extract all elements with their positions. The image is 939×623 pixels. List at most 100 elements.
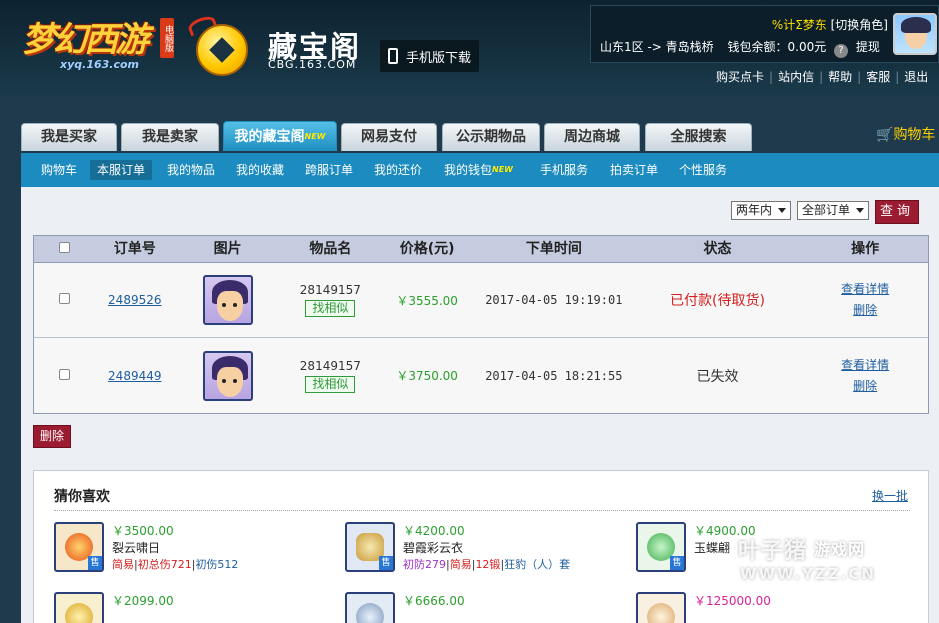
status-badge: 已付款(待取货) bbox=[670, 293, 765, 309]
logout-link[interactable]: 退出 bbox=[904, 70, 928, 84]
refresh-recommendations-link[interactable]: 换一批 bbox=[872, 487, 908, 504]
reco-price: ￥3500.00 bbox=[112, 524, 174, 538]
sell-tag: 售 bbox=[379, 556, 393, 570]
tab-buyer[interactable]: 我是买家 bbox=[21, 123, 117, 151]
header-price: 价格(元) bbox=[399, 241, 455, 257]
header-order-id: 订单号 bbox=[113, 241, 156, 257]
delete-link[interactable]: 删除 bbox=[802, 300, 928, 321]
item-thumbnail[interactable] bbox=[636, 592, 686, 623]
tab-my-cbg[interactable]: 我的藏宝阁NEW bbox=[223, 121, 337, 151]
switch-role-link[interactable]: [切换角色] bbox=[831, 18, 888, 32]
row-checkbox[interactable] bbox=[59, 368, 71, 380]
user-name: %计Σ梦东 bbox=[771, 18, 827, 32]
top-links: 购买点卡 | 站内信 | 帮助 | 客服 | 退出 bbox=[716, 70, 929, 84]
find-similar-button[interactable]: 找相似 bbox=[305, 300, 356, 317]
mhxy-logo[interactable]: 梦幻西游 电脑版 xyq.163.com bbox=[22, 12, 174, 74]
wallet-amount: 0.00元 bbox=[787, 40, 827, 54]
messages-link[interactable]: 站内信 bbox=[778, 70, 814, 84]
order-price: ￥3555.00 bbox=[396, 293, 458, 308]
delete-link[interactable]: 删除 bbox=[802, 376, 928, 397]
item-thumbnail[interactable]: 售 bbox=[54, 522, 104, 572]
bulk-delete-button[interactable]: 删除 bbox=[33, 425, 71, 448]
order-type-select[interactable]: 全部订单 bbox=[797, 201, 870, 220]
table-row: 2489526 28149157 找相似 ￥3555.00 2017-04-05 … bbox=[34, 263, 928, 338]
tab-peripheral-shop[interactable]: 周边商城 bbox=[544, 123, 640, 151]
view-details-link[interactable]: 查看详情 bbox=[802, 279, 928, 300]
reco-item[interactable]: ￥125000.00 bbox=[636, 592, 916, 623]
table-row: 2489449 28149157 找相似 ￥3750.00 2017-04-05 … bbox=[34, 338, 928, 413]
reco-price: ￥125000.00 bbox=[694, 594, 771, 608]
subnav-personal-service[interactable]: 个性服务 bbox=[672, 160, 734, 180]
header-actions: 操作 bbox=[851, 241, 880, 257]
service-link[interactable]: 客服 bbox=[866, 70, 890, 84]
tab-public-items[interactable]: 公示期物品 bbox=[442, 123, 540, 151]
time-range-select[interactable]: 两年内 bbox=[731, 201, 792, 220]
view-details-link[interactable]: 查看详情 bbox=[802, 355, 928, 376]
logo-badge: 电脑版 bbox=[160, 18, 174, 58]
cbg-coin-icon bbox=[186, 13, 260, 76]
sell-tag: 售 bbox=[88, 556, 102, 570]
order-price: ￥3750.00 bbox=[396, 369, 458, 383]
subnav-mobile-service[interactable]: 手机服务 bbox=[533, 160, 595, 180]
server-name: 山东1区 -> 青岛栈桥 bbox=[600, 40, 714, 54]
row-checkbox[interactable] bbox=[59, 293, 71, 304]
buy-card-link[interactable]: 购买点卡 bbox=[716, 70, 764, 84]
reco-tags: 简易|初总伤721|初伤512 bbox=[112, 558, 239, 571]
reco-item[interactable]: ￥2099.00 bbox=[54, 592, 334, 623]
item-thumbnail[interactable]: 售 bbox=[636, 522, 686, 572]
cart-link[interactable]: 🛒购物车 bbox=[876, 124, 935, 144]
item-thumbnail[interactable] bbox=[54, 592, 104, 623]
withdraw-link[interactable]: 提现 bbox=[856, 40, 880, 54]
reco-name: 玉蝶翩 bbox=[694, 541, 731, 555]
site-header: 梦幻西游 电脑版 xyq.163.com 藏宝阁 CBG.163.COM 手机版… bbox=[0, 0, 939, 96]
mobile-download-button[interactable]: 手机版下载 bbox=[380, 40, 480, 72]
subnav-cross-orders[interactable]: 跨服订单 bbox=[298, 160, 360, 180]
order-filters: 两年内 全部订单 查询 bbox=[731, 200, 920, 224]
find-similar-button[interactable]: 找相似 bbox=[305, 375, 356, 393]
header-image: 图片 bbox=[213, 241, 242, 257]
recommendations-title: 猜你喜欢 bbox=[54, 489, 110, 505]
subnav-my-items[interactable]: 我的物品 bbox=[160, 160, 222, 180]
order-id-link[interactable]: 2489449 bbox=[108, 369, 161, 383]
header-time: 下单时间 bbox=[525, 241, 582, 257]
subnav-auction-orders[interactable]: 拍卖订单 bbox=[603, 160, 665, 180]
reco-tags: 初防279|简易|12锻|狂豹（人）套 bbox=[403, 558, 571, 571]
table-header: 订单号 图片 物品名 价格(元) 下单时间 状态 操作 bbox=[34, 236, 928, 263]
subnav-my-bargains[interactable]: 我的还价 bbox=[367, 160, 429, 180]
cart-icon: 🛒 bbox=[876, 127, 894, 143]
select-all-checkbox[interactable] bbox=[59, 242, 71, 253]
avatar[interactable] bbox=[893, 13, 937, 55]
tab-seller[interactable]: 我是卖家 bbox=[121, 123, 219, 151]
reco-item[interactable]: 售 ￥3500.00 裂云啸日 简易|初总伤721|初伤512 bbox=[54, 522, 334, 578]
chevron-down-icon bbox=[856, 208, 865, 213]
order-time: 2017-04-05 18:21:55 bbox=[485, 368, 623, 383]
subnav-favorites[interactable]: 我的收藏 bbox=[229, 160, 291, 180]
order-time: 2017-04-05 19:19:01 bbox=[485, 293, 623, 307]
tab-global-search[interactable]: 全服搜索 bbox=[645, 123, 752, 151]
reco-price: ￥6666.00 bbox=[403, 594, 465, 608]
item-thumbnail[interactable] bbox=[345, 592, 395, 623]
query-button[interactable]: 查询 bbox=[875, 200, 920, 224]
reco-item[interactable]: 售 ￥4200.00 碧霞彩云衣 初防279|简易|12锻|狂豹（人）套 bbox=[345, 522, 625, 578]
subnav-server-orders[interactable]: 本服订单 bbox=[90, 160, 153, 180]
help-icon[interactable]: ? bbox=[834, 44, 849, 58]
item-thumbnail[interactable]: 售 bbox=[345, 522, 395, 572]
character-thumbnail[interactable] bbox=[202, 275, 253, 325]
help-link[interactable]: 帮助 bbox=[828, 70, 852, 84]
user-info: 山东1区 -> 青岛栈桥 钱包余额：0.00元 ? 提现 bbox=[600, 38, 880, 58]
logo-text: 梦幻西游 bbox=[22, 20, 149, 60]
reco-item[interactable]: ￥6666.00 bbox=[345, 592, 625, 623]
header-item-name: 物品名 bbox=[309, 241, 352, 257]
wallet-label: 钱包余额： bbox=[727, 40, 788, 54]
status-badge: 已失效 bbox=[696, 368, 739, 385]
tab-netease-pay[interactable]: 网易支付 bbox=[341, 123, 437, 151]
new-badge: NEW bbox=[304, 132, 326, 141]
mobile-download-label: 手机版下载 bbox=[406, 50, 472, 66]
order-id-link[interactable]: 2489526 bbox=[108, 293, 161, 307]
sell-tag: 售 bbox=[670, 556, 684, 570]
order-table: 订单号 图片 物品名 价格(元) 下单时间 状态 操作 2489526 2814… bbox=[33, 235, 929, 414]
user-panel: %计Σ梦东 [切换角色] 山东1区 -> 青岛栈桥 钱包余额：0.00元 ? 提… bbox=[590, 5, 939, 63]
subnav-cart[interactable]: 购物车 bbox=[34, 160, 84, 180]
subnav-my-wallet[interactable]: 我的钱包NEW bbox=[437, 160, 520, 180]
character-thumbnail[interactable] bbox=[202, 350, 253, 401]
